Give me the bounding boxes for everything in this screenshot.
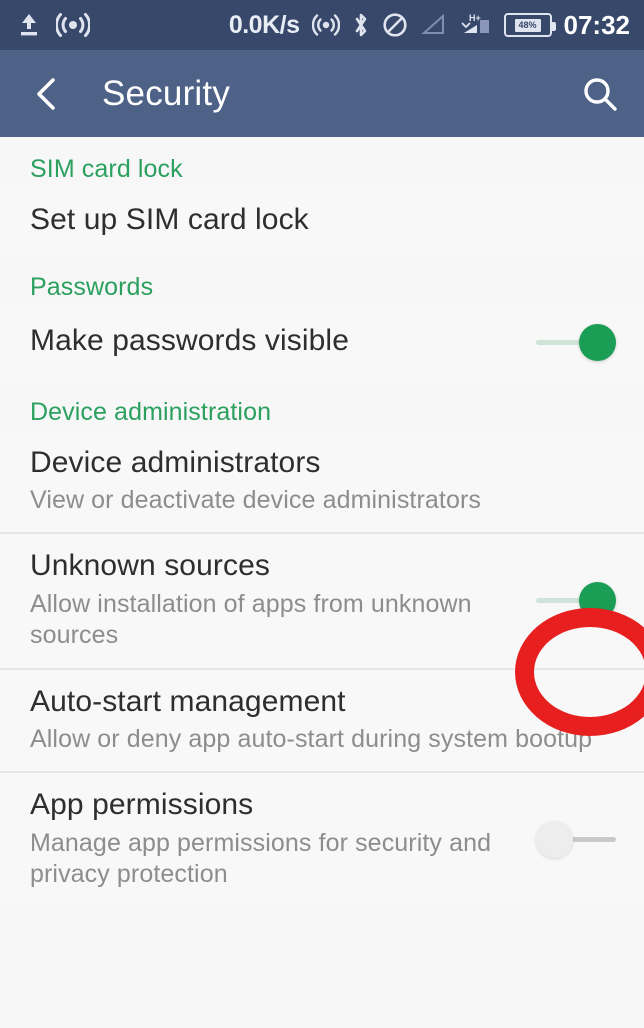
- row-title: Make passwords visible: [30, 324, 349, 358]
- list-item-auto-start-management[interactable]: Auto-start management Allow or deny app …: [0, 669, 644, 772]
- row-subtitle: Manage app permissions for security and …: [30, 828, 492, 889]
- toggle-app-permissions[interactable]: [534, 817, 618, 861]
- row-subtitle: Allow or deny app auto-start during syst…: [30, 725, 593, 754]
- toggle-track: [572, 836, 616, 842]
- row-title: Device administrators: [30, 445, 321, 479]
- signal-empty-icon: [420, 13, 444, 34]
- section-header-device-administration: Device administration: [30, 397, 272, 426]
- settings-list: SIM card lock Set up SIM card lock Passw…: [0, 137, 644, 907]
- search-icon[interactable]: [578, 72, 622, 116]
- broadcast-waves-icon: [56, 13, 90, 37]
- row-title: Unknown sources: [30, 549, 270, 583]
- row-title: Set up SIM card lock: [30, 203, 309, 236]
- battery-percent-label: 48%: [518, 19, 537, 30]
- status-bar-right-icons: 0.0K/s H+ 48% 07:32: [229, 10, 630, 41]
- hotspot-icon: [311, 14, 340, 36]
- back-chevron-icon[interactable]: [30, 74, 64, 114]
- bluetooth-icon: [355, 13, 366, 37]
- list-item-unknown-sources[interactable]: Unknown sources Allow installation of ap…: [0, 534, 644, 668]
- list-item-device-administrators[interactable]: Device administrators View or deactivate…: [0, 430, 644, 533]
- page-title: Security: [102, 73, 231, 113]
- upload-arrow-icon: [21, 14, 37, 36]
- list-item-app-permissions[interactable]: App permissions Manage app permissions f…: [0, 773, 644, 907]
- battery-icon: 48%: [503, 13, 556, 37]
- row-texts: App permissions Manage app permissions f…: [30, 787, 520, 890]
- phone-screen: 0.0K/s H+ 48% 07:32 Security SIM card lo…: [0, 0, 644, 1028]
- list-item-make-passwords-visible[interactable]: Make passwords visible: [0, 305, 644, 380]
- svg-text:H+: H+: [469, 13, 481, 23]
- clock-label: 07:32: [563, 9, 631, 40]
- status-bar-left-icons: [18, 12, 90, 38]
- row-texts: Set up SIM card lock: [30, 202, 618, 239]
- row-texts: Make passwords visible: [30, 323, 520, 360]
- toggle-track: [536, 597, 580, 603]
- row-subtitle: View or deactivate device administrators: [30, 486, 481, 515]
- toggle-unknown-sources[interactable]: [534, 578, 618, 622]
- do-not-disturb-icon: [382, 13, 407, 37]
- status-bar: 0.0K/s H+ 48% 07:32: [0, 0, 644, 50]
- row-texts: Unknown sources Allow installation of ap…: [30, 548, 520, 651]
- toggle-thumb: [536, 820, 573, 858]
- row-title: App permissions: [30, 788, 254, 822]
- toggle-thumb: [579, 323, 616, 361]
- row-texts: Auto-start management Allow or deny app …: [30, 684, 618, 756]
- list-item-set-up-sim-card-lock[interactable]: Set up SIM card lock: [0, 188, 644, 255]
- network-speed-label: 0.0K/s: [228, 10, 300, 39]
- row-texts: Device administrators View or deactivate…: [30, 445, 618, 517]
- row-title: Auto-start management: [30, 684, 346, 718]
- app-bar: Security: [0, 50, 644, 137]
- row-subtitle: Allow installation of apps from unknown …: [30, 590, 472, 650]
- signal-hplus-icon: H+: [460, 13, 489, 33]
- section-header-passwords: Passwords: [30, 272, 154, 301]
- section-header-sim-card-lock: SIM card lock: [30, 155, 183, 183]
- toggle-make-passwords-visible[interactable]: [534, 320, 618, 364]
- toggle-track: [536, 339, 580, 345]
- toggle-thumb: [579, 581, 616, 619]
